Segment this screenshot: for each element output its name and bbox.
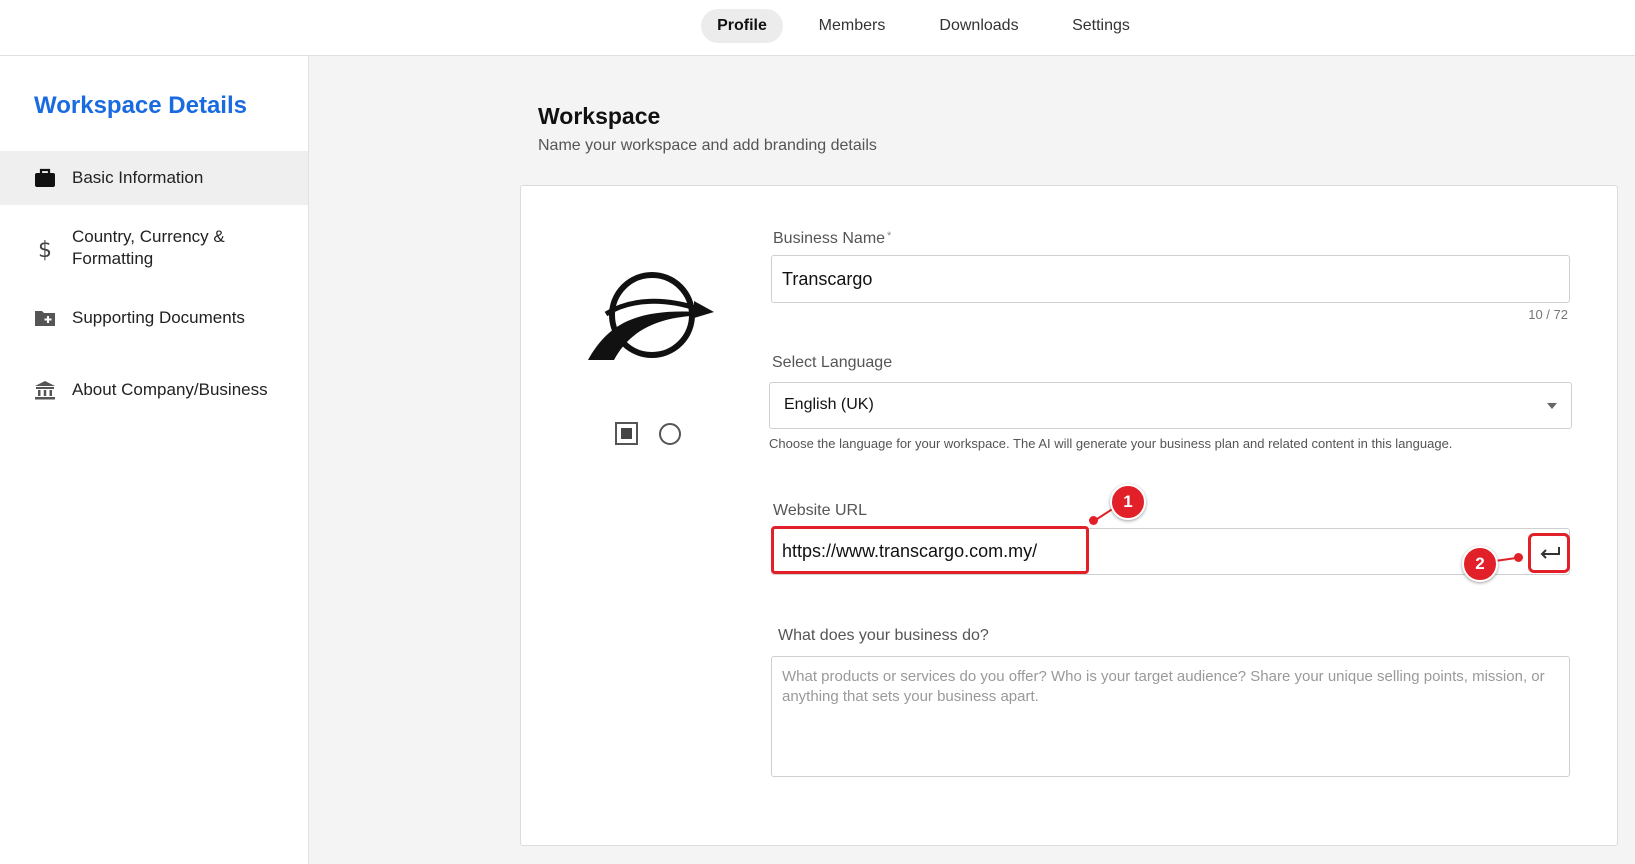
tab-members[interactable]: Members [808,9,896,43]
top-nav: Profile Members Downloads Settings [0,0,1635,56]
website-url-label: Website URL [773,502,867,519]
workspace-logo[interactable] [586,268,716,364]
business-name-input[interactable] [771,255,1570,303]
submit-url-button[interactable] [1528,533,1570,573]
page-title: Workspace [538,103,661,129]
language-value: English (UK) [784,396,874,413]
dollar-icon: $ [33,237,57,263]
language-helper-text: Choose the language for your workspace. … [769,436,1453,451]
sidebar-item-basic-information[interactable]: Basic Information [0,151,308,205]
language-label: Select Language [772,354,893,371]
annotation-badge-2: 2 [1462,546,1498,582]
business-name-counter: 10 / 72 [1528,307,1568,322]
square-shape-option[interactable] [615,422,638,445]
sidebar-item-supporting-documents[interactable]: Supporting Documents [0,296,308,340]
tab-downloads[interactable]: Downloads [930,9,1028,43]
circle-shape-option[interactable] [659,423,681,445]
business-name-label: Business Name * [773,230,892,247]
sidebar-item-label: Basic Information [72,168,204,187]
sidebar-title: Workspace Details [34,92,247,119]
sidebar-item-label: Country, Currency & Formatting [72,227,225,268]
caret-down-icon [1547,403,1557,409]
logo-image [588,272,714,360]
sidebar: Workspace Details Basic Information $ Co… [0,56,309,864]
business-description-textarea[interactable] [771,656,1570,777]
annotation-dot-2 [1514,553,1523,562]
enter-arrow-icon [1540,547,1560,559]
tab-profile[interactable]: Profile [701,9,783,43]
annotation-dot-1 [1089,516,1098,525]
svg-text:$: $ [38,238,52,261]
website-url-input[interactable] [771,528,1570,575]
folder-plus-icon [33,306,57,330]
bank-icon [33,378,57,402]
briefcase-icon [33,166,57,190]
sidebar-item-label: Supporting Documents [72,308,245,327]
sidebar-item-country-currency[interactable]: $ Country, Currency & Formatting [0,216,308,282]
page-subtitle: Name your workspace and add branding det… [538,137,877,154]
tab-settings[interactable]: Settings [1062,9,1140,43]
sidebar-item-label: About Company/Business [72,380,268,399]
sidebar-item-about-company[interactable]: About Company/Business [0,368,308,412]
annotation-badge-1: 1 [1110,484,1146,520]
business-description-label: What does your business do? [778,627,989,644]
language-select[interactable]: English (UK) [769,382,1572,429]
